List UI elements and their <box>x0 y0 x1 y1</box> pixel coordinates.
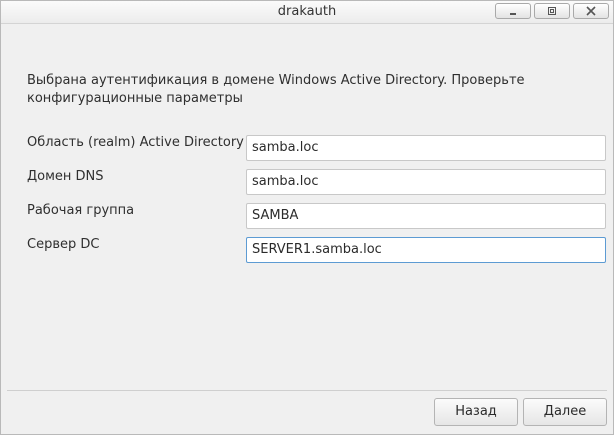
dialog-content: Выбрана аутентификация в домене Windows … <box>1 24 613 434</box>
maximize-button[interactable] <box>534 3 570 19</box>
workgroup-label: Рабочая группа <box>27 203 135 218</box>
title-bar[interactable]: drakauth <box>1 1 613 24</box>
dc-server-input[interactable]: SERVER1.samba.loc <box>246 237 606 263</box>
minimize-icon <box>510 13 516 15</box>
realm-label: Область (realm) Active Directory <box>27 135 244 150</box>
footer-divider <box>7 390 607 391</box>
maximize-icon <box>548 7 556 15</box>
dns-domain-input[interactable]: samba.loc <box>246 169 606 195</box>
intro-text: Выбрана аутентификация в домене Windows … <box>27 73 525 106</box>
back-button[interactable]: Назад <box>434 398 518 426</box>
dns-domain-label: Домен DNS <box>27 169 104 184</box>
dc-server-label: Сервер DC <box>27 237 100 252</box>
realm-input[interactable]: samba.loc <box>246 135 606 161</box>
workgroup-input[interactable]: SAMBA <box>246 203 606 229</box>
close-icon <box>586 6 596 16</box>
close-button[interactable] <box>573 3 609 19</box>
dialog-window: drakauth Выбрана аутентификация в домене… <box>0 0 614 435</box>
next-button[interactable]: Далее <box>523 398 607 426</box>
minimize-button[interactable] <box>495 3 531 19</box>
